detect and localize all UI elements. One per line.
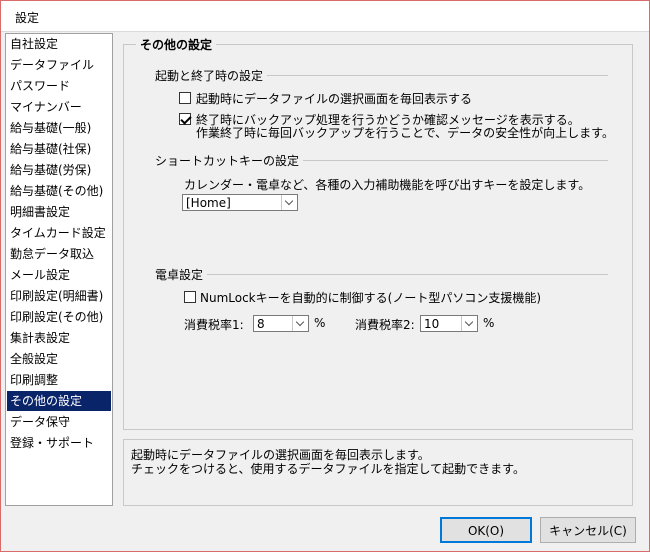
sidebar-item-print-other[interactable]: 印刷設定(その他) [7,307,111,327]
panel-title: その他の設定 [136,36,217,53]
tax-rate-2-value: 10 [424,317,440,331]
sidebar-item-general[interactable]: 全般設定 [7,349,111,369]
numlock-label[interactable]: NumLockキーを自動的に制御する(ノート型パソコン支援機能) [200,289,541,306]
shortcut-key-value: [Home] [186,196,231,210]
sidebar-nav: 自社設定 データファイル パスワード マイナンバー 給与基礎(一般) 給与基礎(… [5,33,113,506]
chevron-down-icon[interactable] [292,316,308,331]
section-divider [288,160,608,161]
shortcut-description: カレンダー・電卓など、各種の入力補助機能を呼び出すキーを設定します。 [184,178,591,192]
tax-rate-1-unit: % [314,316,326,330]
ok-button[interactable]: OK(O) [440,517,532,543]
sidebar-item-salary-other[interactable]: 給与基礎(その他) [7,181,111,201]
shortcut-section-heading: ショートカットキーの設定 [155,152,304,169]
tax-rate-2-select[interactable]: 10 [420,315,478,332]
calculator-section-heading: 電卓設定 [155,266,208,283]
tax-rate-1-label: 消費税率1: [184,318,244,332]
sidebar-item-timecard[interactable]: タイムカード設定 [7,223,111,243]
startup-section-heading: 起動と終了時の設定 [155,67,268,84]
title-bar[interactable]: 設定 [1,1,649,31]
section-divider [260,75,608,76]
sidebar-item-salary-social[interactable]: 給与基礎(社保) [7,139,111,159]
tax-rate-1-value: 8 [257,317,265,331]
sidebar-item-data-maintenance[interactable]: データ保守 [7,412,111,432]
sidebar-item-company[interactable]: 自社設定 [7,34,111,54]
tax-rate-2-unit: % [483,316,495,330]
chevron-down-icon[interactable] [461,316,477,331]
sidebar-item-my-number[interactable]: マイナンバー [7,97,111,117]
sidebar-item-attendance-import[interactable]: 勤怠データ取込 [7,244,111,264]
sidebar-item-statement[interactable]: 明細書設定 [7,202,111,222]
shortcut-key-select[interactable]: [Home] [182,194,298,211]
backup-confirm-note: 作業終了時に毎回バックアップを行うことで、データの安全性が向上します。 [196,126,614,140]
sidebar-item-print-adjust[interactable]: 印刷調整 [7,370,111,390]
show-file-select-label[interactable]: 起動時にデータファイルの選択画面を毎回表示する [196,90,472,107]
sidebar-item-registration[interactable]: 登録・サポート [7,433,111,453]
cancel-button[interactable]: キャンセル(C) [540,517,636,543]
sidebar-item-mail[interactable]: メール設定 [7,265,111,285]
show-file-select-checkbox[interactable] [179,92,191,104]
tax-rate-2-label: 消費税率2: [355,318,415,332]
backup-confirm-checkbox[interactable] [179,113,191,125]
sidebar-item-password[interactable]: パスワード [7,76,111,96]
chevron-down-icon[interactable] [281,195,297,210]
sidebar-item-salary-general[interactable]: 給与基礎(一般) [7,118,111,138]
sidebar-item-print-statement[interactable]: 印刷設定(明細書) [7,286,111,306]
window-title: 設定 [15,11,40,25]
description-line-2: チェックをつけると、使用するデータファイルを指定して起動できます。 [131,462,525,476]
sidebar-item-summary[interactable]: 集計表設定 [7,328,111,348]
tax-rate-1-select[interactable]: 8 [253,315,309,332]
sidebar-item-other-settings[interactable]: その他の設定 [7,391,111,411]
sidebar-item-salary-labor[interactable]: 給与基礎(労保) [7,160,111,180]
section-divider [206,274,608,275]
sidebar-item-data-file[interactable]: データファイル [7,55,111,75]
numlock-checkbox[interactable] [184,291,196,303]
